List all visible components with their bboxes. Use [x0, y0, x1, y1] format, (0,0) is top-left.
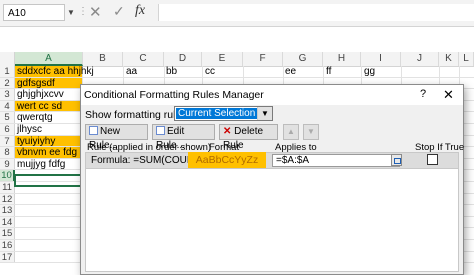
row-header[interactable]: 12	[0, 193, 15, 204]
new-rule-button[interactable]: New Rule...	[85, 124, 148, 151]
show-rules-select[interactable]: Current Selection ▼	[174, 106, 273, 121]
formula-bar-grip-icon: ⋮	[78, 6, 88, 17]
column-header-i[interactable]: I	[361, 52, 401, 66]
active-cell-border	[14, 174, 83, 187]
cell-a7[interactable]: tyuiyiyhy	[15, 135, 83, 146]
column-header-h[interactable]: H	[323, 52, 361, 66]
cell-a4[interactable]: wert cc sd	[15, 100, 83, 112]
select-all-corner[interactable]	[0, 52, 15, 66]
column-header-f[interactable]: F	[243, 52, 283, 66]
formula-input[interactable]	[158, 4, 474, 21]
cell-c1[interactable]: aa	[126, 66, 137, 77]
insert-function-icon[interactable]: fx	[135, 3, 145, 19]
dialog-title: Conditional Formatting Rules Manager	[84, 89, 264, 101]
help-icon[interactable]: ?	[420, 88, 426, 100]
cell-a13[interactable]	[15, 205, 83, 216]
cell-e1[interactable]: cc	[205, 66, 215, 77]
chevron-down-icon[interactable]: ▼	[257, 107, 272, 120]
row-header[interactable]: 11	[0, 182, 15, 193]
cancel-icon[interactable]: ✕	[89, 3, 102, 21]
name-box-dropdown-icon[interactable]: ▼	[67, 8, 75, 17]
stop-if-true-checkbox[interactable]	[427, 154, 438, 165]
column-header-j[interactable]: J	[401, 52, 439, 66]
row-header[interactable]: 15	[0, 228, 15, 239]
cell-a6[interactable]: jlhysc	[15, 124, 83, 135]
cell-a5[interactable]: qwerqtg	[15, 112, 83, 123]
row-header[interactable]: 9	[0, 158, 15, 170]
cell-a3[interactable]: ghjghjxcvv	[15, 89, 83, 100]
dialog-title-bar[interactable]: Conditional Formatting Rules Manager ? ✕	[81, 85, 463, 105]
cell-a9[interactable]: mujjyg fdfg	[15, 158, 83, 170]
cell-a16[interactable]	[15, 240, 83, 251]
column-header-k[interactable]: K	[439, 52, 459, 66]
cell-i1[interactable]: gg	[364, 66, 375, 77]
cell-a2[interactable]: gdfsgsdf	[15, 77, 83, 88]
column-header-e[interactable]: E	[202, 52, 243, 66]
move-up-button[interactable]: ▲	[283, 124, 299, 140]
column-header-c[interactable]: C	[123, 52, 164, 66]
row-header[interactable]: 16	[0, 240, 15, 251]
enter-icon[interactable]: ✓	[113, 3, 125, 20]
row-header[interactable]: 8	[0, 147, 15, 158]
delete-rule-button[interactable]: ✕ Delete Rule	[219, 124, 278, 151]
cell-a1[interactable]: sddxcfc aa hhjhkj	[15, 66, 94, 77]
cell-a17[interactable]	[15, 251, 83, 263]
new-rule-icon	[89, 126, 98, 135]
format-preview: AaBbCcYyZz	[188, 152, 266, 168]
cell-h1[interactable]: ff	[326, 66, 331, 77]
row-header-selected[interactable]: 10	[0, 170, 15, 181]
row-header[interactable]: 2	[0, 77, 15, 88]
column-header-d[interactable]: D	[164, 52, 202, 66]
row-header[interactable]: 6	[0, 124, 15, 135]
row-header[interactable]: 5	[0, 112, 15, 123]
formula-bar: A10 ▼ ⋮ ✕ ✓ fx	[0, 0, 474, 27]
move-down-button[interactable]: ▼	[303, 124, 319, 140]
rules-list-area	[85, 169, 459, 272]
cell-a15[interactable]	[15, 228, 83, 239]
column-header-l[interactable]: L	[459, 52, 474, 66]
column-header-a[interactable]: A	[15, 52, 83, 66]
row-header[interactable]: 7	[0, 135, 15, 146]
edit-rule-icon	[156, 126, 165, 135]
cell-g1[interactable]: ee	[285, 66, 296, 77]
row-header[interactable]: 14	[0, 216, 15, 228]
column-header-b[interactable]: B	[83, 52, 123, 66]
row-header[interactable]: 17	[0, 251, 15, 262]
cell-d1[interactable]: bb	[166, 66, 177, 77]
name-box[interactable]: A10	[3, 4, 65, 21]
conditional-formatting-rules-manager-dialog: Conditional Formatting Rules Manager ? ✕…	[80, 84, 464, 275]
edit-rule-button[interactable]: Edit Rule...	[152, 124, 215, 151]
cell-a12[interactable]	[15, 193, 83, 205]
cell-a8[interactable]: vbnvm ee fdg	[15, 147, 83, 158]
column-headers: A B C D E F G H I J K L	[0, 52, 474, 67]
row-header[interactable]: 13	[0, 205, 15, 216]
column-header-g[interactable]: G	[283, 52, 323, 66]
applies-to-input[interactable]: =$A:$A	[272, 154, 400, 167]
row-header[interactable]: 3	[0, 89, 15, 100]
close-icon[interactable]: ✕	[443, 87, 454, 103]
show-rules-selected-value: Current Selection	[176, 108, 258, 119]
range-select-icon[interactable]	[391, 154, 402, 166]
row-header[interactable]: 1	[0, 66, 15, 77]
delete-icon: ✕	[223, 126, 232, 137]
row-header[interactable]: 4	[0, 100, 15, 112]
cell-a14[interactable]	[15, 216, 83, 228]
